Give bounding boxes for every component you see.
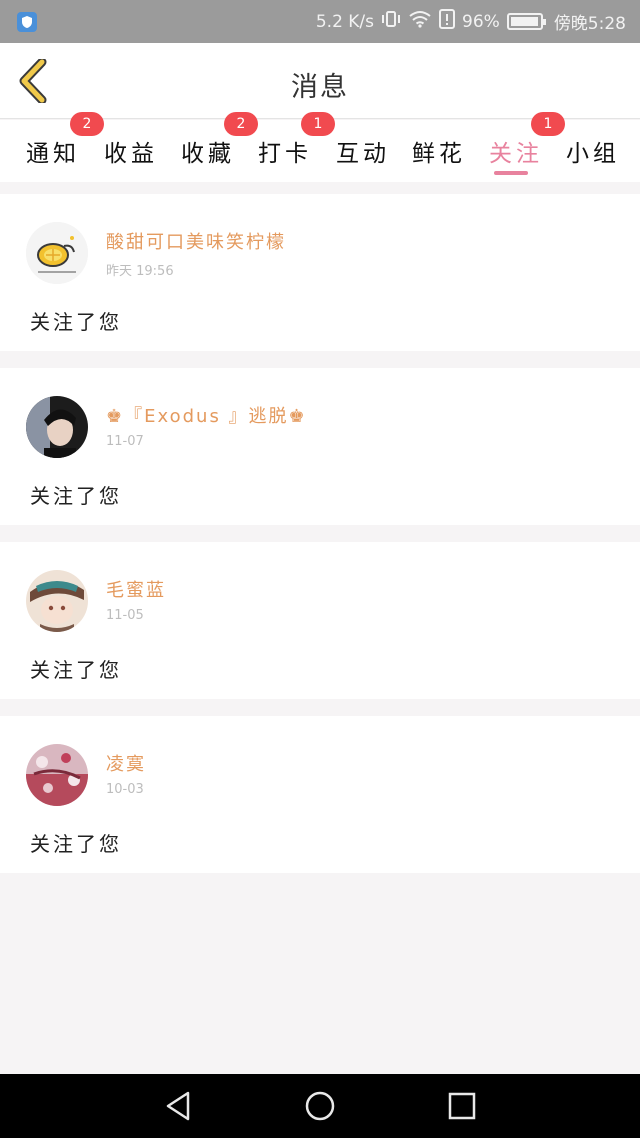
tab-notifications[interactable]: 通知 xyxy=(26,134,80,168)
page-title: 消息 xyxy=(291,72,349,103)
status-indicators: 5.2 K/s 96% 傍晚5:28 xyxy=(316,0,626,43)
username[interactable]: ♚『Exodus 』逃脱♚ xyxy=(106,402,307,428)
wifi-icon xyxy=(408,10,432,33)
list-item[interactable]: ♚『Exodus 』逃脱♚ 11-07 关注了您 xyxy=(0,368,640,525)
list-item[interactable]: 凌寞 10-03 关注了您 xyxy=(0,716,640,873)
badge-notifications: 2 xyxy=(70,112,104,136)
notification-text: 关注了您 xyxy=(30,832,122,856)
shield-icon xyxy=(17,12,37,32)
avatar[interactable] xyxy=(26,222,88,284)
avatar[interactable] xyxy=(26,744,88,806)
badge-following: 1 xyxy=(531,112,565,136)
back-nav-icon[interactable] xyxy=(160,1088,196,1124)
tab-flowers[interactable]: 鲜花 xyxy=(412,134,466,168)
header-bar: 消息 xyxy=(0,43,640,119)
alert-sim-icon xyxy=(439,9,456,34)
recents-nav-icon[interactable] xyxy=(444,1088,480,1124)
network-speed: 5.2 K/s xyxy=(315,11,375,32)
tab-checkin[interactable]: 打卡 xyxy=(258,134,312,168)
avatar[interactable] xyxy=(26,570,88,632)
badge-checkin: 1 xyxy=(301,112,335,136)
tab-interaction[interactable]: 互动 xyxy=(336,134,390,168)
badge-favorites: 2 xyxy=(224,112,258,136)
avatar[interactable] xyxy=(26,396,88,458)
active-tab-indicator xyxy=(494,171,528,175)
vibrate-icon xyxy=(381,10,401,33)
list-item[interactable]: 毛蜜蓝 11-05 关注了您 xyxy=(0,542,640,699)
battery-icon xyxy=(506,13,546,30)
timestamp: 昨天 19:56 xyxy=(106,264,174,279)
battery-percent: 96% xyxy=(462,11,500,32)
username[interactable]: 酸甜可口美味笑柠檬 xyxy=(106,228,286,254)
system-navigation-bar xyxy=(0,1074,640,1138)
timestamp: 11-07 xyxy=(106,434,144,449)
home-nav-icon[interactable] xyxy=(302,1088,338,1124)
notification-text: 关注了您 xyxy=(30,658,122,682)
list-item[interactable]: 酸甜可口美味笑柠檬 昨天 19:56 关注了您 xyxy=(0,194,640,351)
tab-groups[interactable]: 小组 xyxy=(566,134,620,168)
tab-following[interactable]: 关注 xyxy=(489,134,543,168)
clock: 傍晚5:28 xyxy=(553,14,626,34)
username[interactable]: 凌寞 xyxy=(106,750,146,776)
tab-earnings[interactable]: 收益 xyxy=(104,134,158,168)
notification-text: 关注了您 xyxy=(30,484,122,508)
status-bar: 5.2 K/s 96% 傍晚5:28 xyxy=(0,0,640,43)
timestamp: 10-03 xyxy=(106,782,144,797)
notification-text: 关注了您 xyxy=(30,310,122,334)
timestamp: 11-05 xyxy=(106,608,144,623)
username[interactable]: 毛蜜蓝 xyxy=(106,576,166,602)
tab-favorites[interactable]: 收藏 xyxy=(181,134,235,168)
